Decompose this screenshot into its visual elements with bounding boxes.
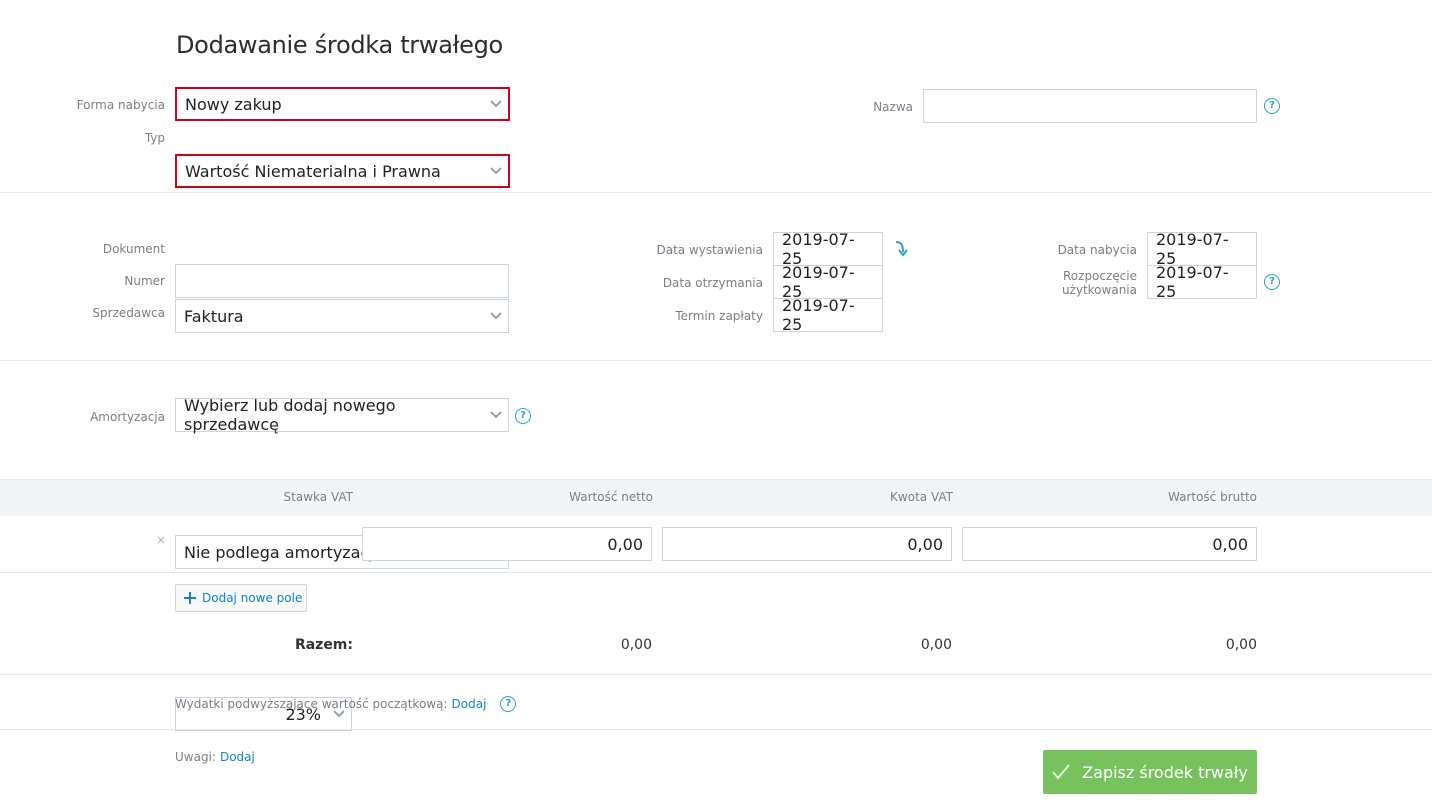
uwagi-row: Uwagi: Dodaj [175,750,255,764]
divider [0,729,1432,730]
wartosc-brutto-input[interactable]: 0,00 [962,527,1257,561]
help-icon[interactable]: ? [1264,274,1280,290]
plus-icon [184,592,196,604]
help-icon[interactable]: ? [515,408,531,424]
razem-kwota-vat: 0,00 [920,637,952,653]
typ-select[interactable]: Wartość Niematerialna i Prawna [175,154,510,188]
remove-row-icon[interactable]: × [156,533,166,547]
kwota-vat-input[interactable]: 0,00 [662,527,952,561]
forma-nabycia-label: Forma nabycia [76,98,165,112]
page-title: Dodawanie środka trwałego [176,31,503,59]
divider [0,360,1432,361]
data-wystawienia-input[interactable]: 2019-07-25 [773,230,883,268]
help-icon[interactable]: ? [1264,98,1280,114]
razem-label: Razem: [294,637,353,653]
wydatki-label: Wydatki podwyższające wartość początkową… [175,697,448,711]
dokument-select[interactable]: Faktura [175,299,509,333]
data-nabycia-label: Data nabycia [1057,243,1137,257]
dokument-value: Faktura [184,306,244,326]
uwagi-add-link[interactable]: Dodaj [220,750,255,764]
wydatki-add-link[interactable]: Dodaj [452,697,487,711]
save-asset-label: Zapisz środek trwały [1082,762,1248,782]
razem-netto: 0,00 [620,637,652,653]
razem-brutto: 0,00 [1225,637,1257,653]
divider [0,674,1432,675]
data-otrzymania-input[interactable]: 2019-07-25 [773,263,883,301]
th-stawka-vat: Stawka VAT [283,490,353,504]
add-field-label: Dodaj nowe pole [202,591,303,605]
amortyzacja-value: Nie podlega amortyzacji [184,542,379,562]
divider [0,572,1432,573]
rozpoczecie-label: Rozpoczęcie użytkowania [1061,269,1137,297]
copy-date-arrow-icon[interactable] [892,240,908,258]
th-kwota-vat: Kwota VAT [890,490,953,504]
help-icon[interactable]: ? [500,696,517,712]
data-otrzymania-label: Data otrzymania [662,276,763,290]
wartosc-netto-input[interactable]: 0,00 [362,527,652,561]
wydatki-row: Wydatki podwyższające wartość początkową… [175,696,517,712]
rozpoczecie-input[interactable]: 2019-07-25 [1147,263,1257,301]
th-wartosc-netto: Wartość netto [569,490,653,504]
save-asset-button[interactable]: Zapisz środek trwały [1043,750,1257,794]
nazwa-input[interactable] [923,89,1257,123]
dokument-label: Dokument [102,242,165,256]
termin-zaplaty-input[interactable]: 2019-07-25 [773,296,883,334]
sprzedawca-label: Sprzedawca [92,306,165,320]
data-wystawienia-label: Data wystawienia [656,243,763,257]
divider [0,192,1432,193]
forma-nabycia-select[interactable]: Nowy zakup [175,87,510,121]
chevron-down-icon [484,300,508,332]
numer-input[interactable] [175,264,509,298]
data-nabycia-input[interactable]: 2019-07-25 [1147,230,1257,268]
check-icon [1052,764,1070,780]
sprzedawca-value: Wybierz lub dodaj nowego sprzedawcę [184,396,396,434]
add-field-button[interactable]: Dodaj nowe pole [175,584,307,612]
termin-zaplaty-label: Termin zapłaty [675,309,763,323]
chevron-down-icon [484,399,508,431]
typ-value: Wartość Niematerialna i Prawna [185,161,441,181]
th-wartosc-brutto: Wartość brutto [1167,490,1257,504]
chevron-down-icon [484,156,508,186]
typ-label: Typ [144,131,165,145]
numer-label: Numer [124,274,165,288]
uwagi-label: Uwagi: [175,750,216,764]
forma-nabycia-value: Nowy zakup [185,94,282,114]
sprzedawca-select[interactable]: Wybierz lub dodaj nowego sprzedawcę [175,396,509,434]
chevron-down-icon [484,89,508,119]
amortyzacja-label: Amortyzacja [90,410,165,424]
nazwa-label: Nazwa [873,100,913,114]
